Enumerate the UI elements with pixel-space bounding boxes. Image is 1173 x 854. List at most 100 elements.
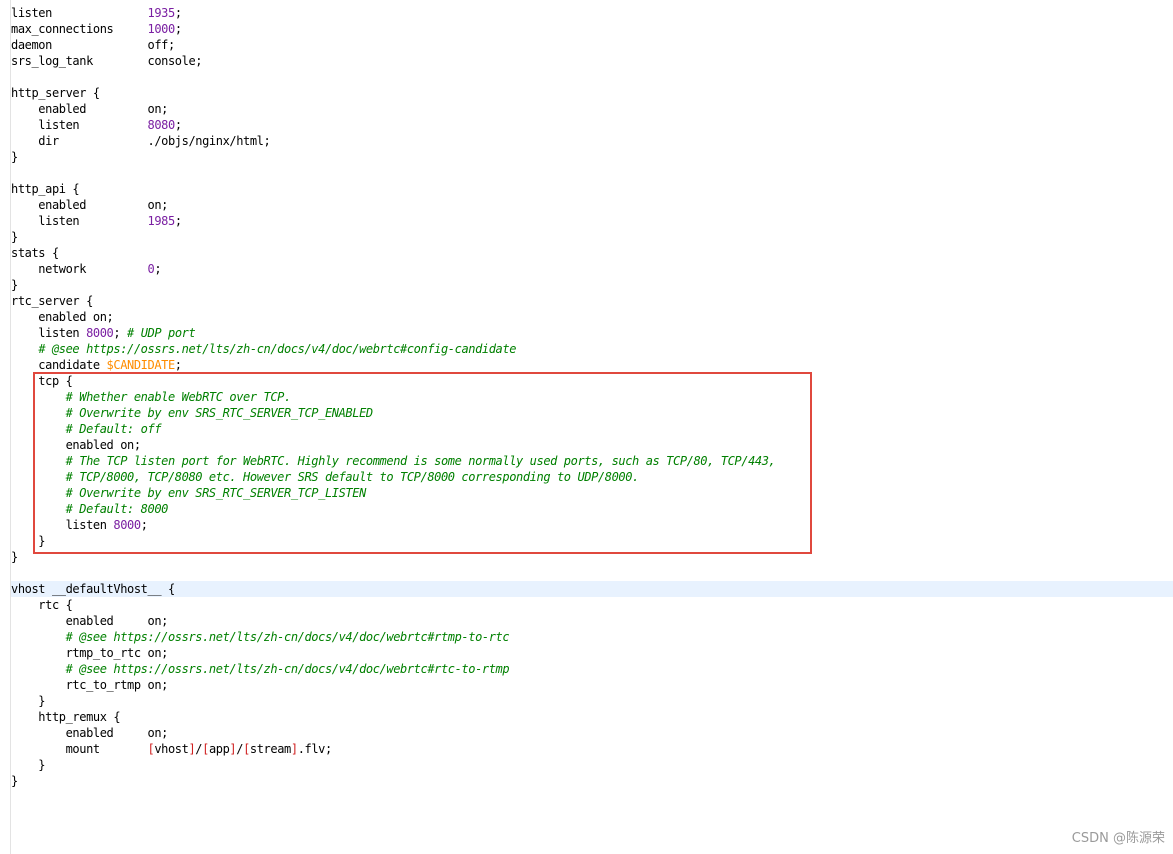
code-line[interactable]: # The TCP listen port for WebRTC. Highly… xyxy=(11,453,1173,469)
code-number: 8080 xyxy=(147,118,176,132)
code-line[interactable]: enabled on; xyxy=(11,101,1173,117)
code-number: 1000 xyxy=(147,22,176,36)
code-line[interactable]: tcp { xyxy=(11,373,1173,389)
code-text: enabled on; xyxy=(11,102,168,116)
code-line[interactable]: # Default: off xyxy=(11,421,1173,437)
code-line[interactable]: # TCP/8000, TCP/8080 etc. However SRS de… xyxy=(11,469,1173,485)
code-text: mount xyxy=(11,742,148,756)
code-text: candidate xyxy=(11,358,107,372)
code-text: enabled on; xyxy=(11,614,169,628)
code-line[interactable]: network 0; xyxy=(11,261,1173,277)
code-bracket: [ xyxy=(243,742,250,756)
code-text: } xyxy=(11,150,18,164)
code-line[interactable]: # @see https://ossrs.net/lts/zh-cn/docs/… xyxy=(11,341,1173,357)
code-line[interactable]: listen 8000; xyxy=(11,517,1173,533)
code-bracket: [ xyxy=(202,742,209,756)
code-line[interactable]: srs_log_tank console; xyxy=(11,53,1173,69)
code-comment: # Default: off xyxy=(65,422,162,436)
code-line[interactable]: # Overwrite by env SRS_RTC_SERVER_TCP_EN… xyxy=(11,405,1173,421)
code-line[interactable]: http_api { xyxy=(11,181,1173,197)
code-text: listen xyxy=(11,118,148,132)
code-text: stats { xyxy=(11,246,59,260)
code-text: } xyxy=(11,230,18,244)
code-text: rtc { xyxy=(11,598,73,612)
code-text: listen xyxy=(11,326,87,340)
code-line[interactable]: # @see https://ossrs.net/lts/zh-cn/docs/… xyxy=(11,629,1173,645)
code-line[interactable]: mount [vhost]/[app]/[stream].flv; xyxy=(11,741,1173,757)
code-line[interactable]: rtmp_to_rtc on; xyxy=(11,645,1173,661)
code-text: } xyxy=(11,694,46,708)
code-line[interactable] xyxy=(11,165,1173,181)
code-number: 8000 xyxy=(113,518,141,532)
code-text: rtmp_to_rtc on; xyxy=(11,646,169,660)
code-comment: # Default: 8000 xyxy=(65,502,169,516)
code-line[interactable]: enabled on; xyxy=(11,309,1173,325)
code-line[interactable]: candidate $CANDIDATE; xyxy=(11,357,1173,373)
code-text: stream xyxy=(249,742,291,756)
code-text: listen xyxy=(11,6,148,20)
code-text: http_server { xyxy=(11,86,100,100)
code-text: http_api { xyxy=(11,182,80,196)
code-line[interactable]: enabled on; xyxy=(11,613,1173,629)
code-line[interactable] xyxy=(11,69,1173,85)
code-text: network xyxy=(11,262,148,276)
code-line[interactable]: } xyxy=(11,757,1173,773)
code-line[interactable]: enabled on; xyxy=(11,437,1173,453)
code-line[interactable]: } xyxy=(11,549,1173,565)
code-text: ; xyxy=(140,518,148,532)
code-text: srs_log_tank console; xyxy=(11,54,203,68)
code-line[interactable]: # @see https://ossrs.net/lts/zh-cn/docs/… xyxy=(11,661,1173,677)
code-line[interactable]: listen 8000; # UDP port xyxy=(11,325,1173,341)
code-line[interactable]: stats { xyxy=(11,245,1173,261)
code-text: enabled on; xyxy=(11,438,141,452)
code-line[interactable]: } xyxy=(11,277,1173,293)
code-line[interactable]: http_remux { xyxy=(11,709,1173,725)
code-number: 8000 xyxy=(86,326,114,340)
code-text: max_connections xyxy=(11,22,148,36)
code-line[interactable]: listen 8080; xyxy=(11,117,1173,133)
code-text: } xyxy=(11,534,46,548)
code-line[interactable]: } xyxy=(11,773,1173,789)
code-text: ; xyxy=(174,22,182,36)
code-line[interactable]: } xyxy=(11,533,1173,549)
code-line[interactable]: enabled on; xyxy=(11,197,1173,213)
code-comment: # TCP/8000, TCP/8080 etc. However SRS de… xyxy=(65,470,640,484)
watermark: CSDN @陈源荣 xyxy=(1071,831,1165,846)
code-line[interactable]: # Whether enable WebRTC over TCP. xyxy=(11,389,1173,405)
code-line[interactable]: listen 1985; xyxy=(11,213,1173,229)
code-line[interactable]: rtc_to_rtmp on; xyxy=(11,677,1173,693)
code-text: listen xyxy=(11,214,148,228)
code-text: tcp { xyxy=(11,374,73,388)
code-line[interactable]: dir ./objs/nginx/html; xyxy=(11,133,1173,149)
code-line[interactable]: enabled on; xyxy=(11,725,1173,741)
code-line[interactable]: } xyxy=(11,149,1173,165)
code-text: } xyxy=(11,550,18,564)
code-line[interactable]: # Overwrite by env SRS_RTC_SERVER_TCP_LI… xyxy=(11,485,1173,501)
code-text: rtc_server { xyxy=(11,294,93,308)
code-line[interactable]: vhost __defaultVhost__ { xyxy=(11,581,1173,597)
code-number: 1985 xyxy=(147,214,176,228)
code-line[interactable]: http_server { xyxy=(11,85,1173,101)
code-line[interactable]: daemon off; xyxy=(11,37,1173,53)
code-comment: # Overwrite by env SRS_RTC_SERVER_TCP_EN… xyxy=(65,406,374,420)
code-editor[interactable]: listen 1935; max_connections 1000; daemon … xyxy=(0,0,1173,854)
code-line[interactable] xyxy=(11,565,1173,581)
code-text: enabled on; xyxy=(11,310,114,324)
code-line[interactable]: } xyxy=(11,229,1173,245)
code-text: app xyxy=(208,742,230,756)
code-text: } xyxy=(11,278,18,292)
code-line[interactable]: rtc { xyxy=(11,597,1173,613)
code-line[interactable]: max_connections 1000; xyxy=(11,21,1173,37)
code-line[interactable]: # Default: 8000 xyxy=(11,501,1173,517)
code-line[interactable]: rtc_server { xyxy=(11,293,1173,309)
code-line[interactable]: } xyxy=(11,693,1173,709)
code-comment: # Overwrite by env SRS_RTC_SERVER_TCP_LI… xyxy=(65,486,367,500)
code-line[interactable]: listen 1935; xyxy=(11,5,1173,21)
